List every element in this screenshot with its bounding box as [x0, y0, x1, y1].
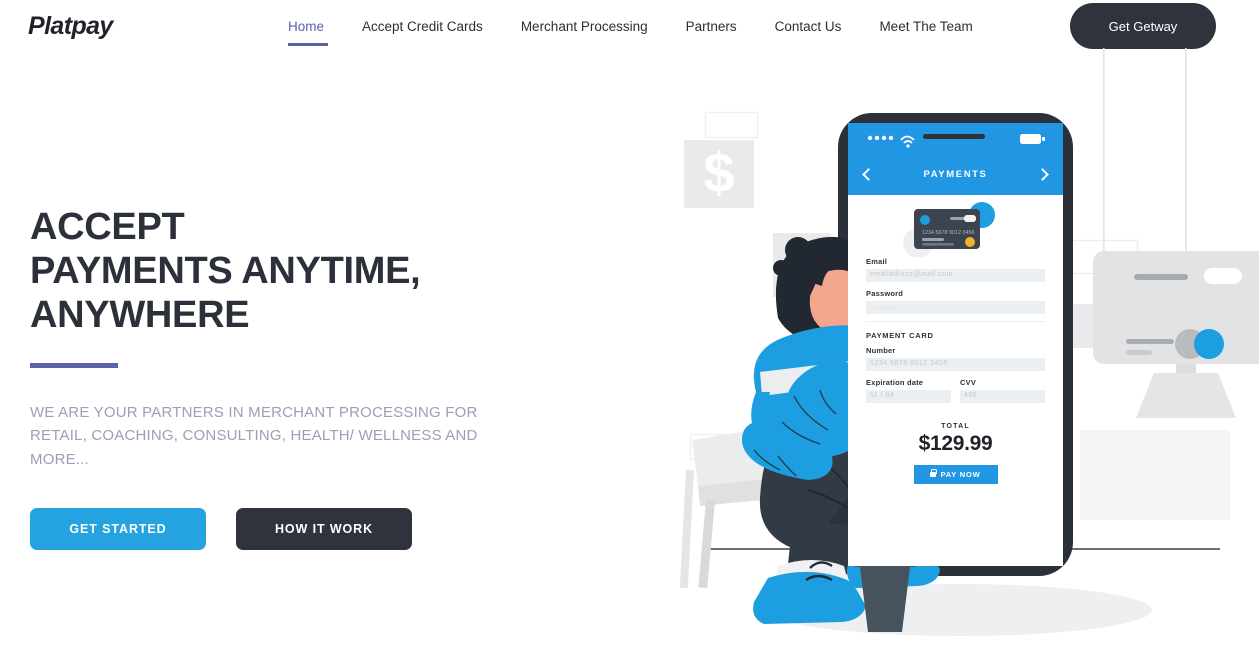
expiry-cvv-row: Expiration date 11 / 04 CVV 456 — [866, 378, 1045, 410]
password-field[interactable]: ............ — [866, 301, 1045, 314]
phone-form: 1234 5678 9012 3456 Email emailadress@ma… — [848, 195, 1063, 566]
phone-screen-title: PAYMENTS — [923, 168, 988, 180]
nav-link-home[interactable]: Home — [288, 19, 329, 46]
accent-divider — [30, 363, 118, 369]
how-it-work-button[interactable]: HOW IT WORK — [236, 507, 412, 550]
get-started-button[interactable]: GET STARTED — [30, 507, 206, 550]
payment-card-section-title: PAYMENT CARD — [866, 331, 934, 340]
email-label: Email — [866, 257, 888, 266]
card-number-field[interactable]: 1234 5678 9012 3456 — [866, 358, 1045, 371]
email-field[interactable]: emailadress@mail.com — [866, 269, 1045, 282]
hero-section: ACCEPT PAYMENTS ANYTIME, ANYWHERE WE ARE… — [30, 205, 530, 550]
hero-subcopy: WE ARE YOUR PARTNERS IN MERCHANT PROCESS… — [30, 404, 478, 468]
headline-line-2: PAYMENTS ANYTIME, — [30, 250, 421, 293]
password-label: Password — [866, 289, 904, 298]
phone-screen: PAYMENTS 1234 5678 9012 3456 Email email… — [848, 123, 1063, 566]
cvv-label: CVV — [960, 378, 977, 387]
svg-text:1234 5678 9012 3456: 1234 5678 9012 3456 — [922, 230, 974, 236]
total-section: TOTAL $129.99 PAY NOW — [866, 423, 1045, 484]
page-title: ACCEPT PAYMENTS ANYTIME, ANYWHERE — [30, 205, 530, 337]
back-chevron-icon[interactable] — [862, 167, 875, 181]
phone-title-bar: PAYMENTS — [848, 153, 1063, 195]
hero-button-row: GET STARTED HOW IT WORK — [30, 507, 530, 550]
forward-chevron-icon[interactable] — [1036, 167, 1049, 181]
nav-link-merchant-processing[interactable]: Merchant Processing — [521, 19, 648, 46]
lock-icon — [930, 469, 938, 477]
total-amount: $129.99 — [918, 432, 993, 455]
hero-illustration: $ $ — [660, 0, 1259, 666]
headline-line-1: ACCEPT — [30, 206, 185, 248]
credit-card-icon: 1234 5678 9012 3456 — [866, 195, 1045, 258]
pay-now-button[interactable]: PAY NOW — [913, 465, 998, 484]
cvv-field[interactable]: 456 — [960, 390, 1045, 403]
brand-logo[interactable]: Platpay — [28, 12, 113, 41]
nav-link-accept-credit-cards[interactable]: Accept Credit Cards — [362, 19, 483, 46]
svg-text:$: $ — [703, 141, 734, 204]
headline-line-3: ANYWHERE — [30, 294, 250, 337]
expiry-label: Expiration date — [866, 378, 924, 387]
form-divider — [866, 321, 1045, 322]
pay-now-label: PAY NOW — [940, 470, 981, 479]
phone-status-bar — [848, 123, 1063, 153]
expiry-field[interactable]: 11 / 04 — [866, 390, 951, 403]
total-label: TOTAL — [941, 423, 970, 430]
card-number-label: Number — [866, 346, 896, 355]
background-credit-card-decor — [1093, 251, 1259, 364]
